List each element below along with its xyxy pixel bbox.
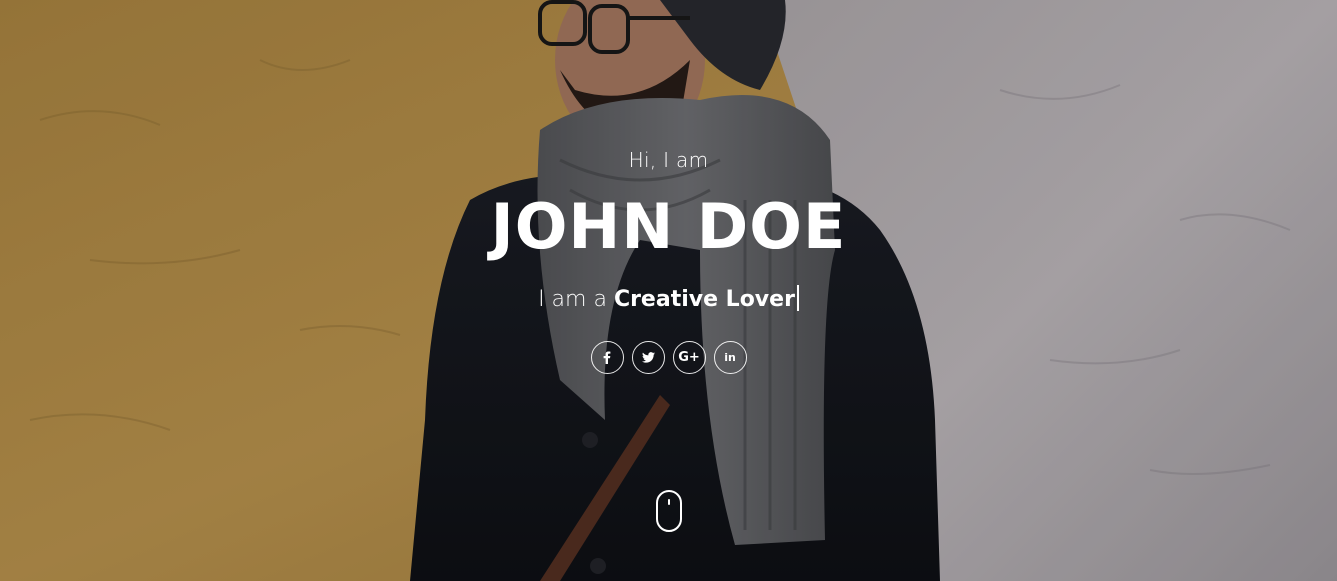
facebook-icon xyxy=(603,351,611,364)
google-plus-icon: G+ xyxy=(678,350,700,365)
social-links: G+ in xyxy=(0,341,1337,374)
twitter-icon xyxy=(641,352,655,363)
hero-greeting: Hi, I am xyxy=(628,148,709,172)
hero-section: Hi, I am JOHN DOE I am a Creative Lover … xyxy=(0,0,1337,581)
tagline-typed-text: Creative Lover xyxy=(613,287,795,312)
scroll-down-button[interactable] xyxy=(656,490,682,532)
linkedin-button[interactable]: in xyxy=(713,341,747,374)
google-plus-button[interactable]: G+ xyxy=(672,341,706,374)
linkedin-icon: in xyxy=(724,351,736,364)
hero-content: Hi, I am JOHN DOE I am a Creative Lover … xyxy=(0,0,1337,581)
hero-name: JOHN DOE xyxy=(490,190,847,263)
twitter-button[interactable] xyxy=(631,341,665,374)
tagline-prefix: I am a xyxy=(538,287,614,312)
typing-cursor xyxy=(796,285,799,311)
mouse-icon xyxy=(668,499,670,505)
facebook-button[interactable] xyxy=(590,341,624,374)
hero-tagline: I am a Creative Lover xyxy=(0,285,1337,312)
